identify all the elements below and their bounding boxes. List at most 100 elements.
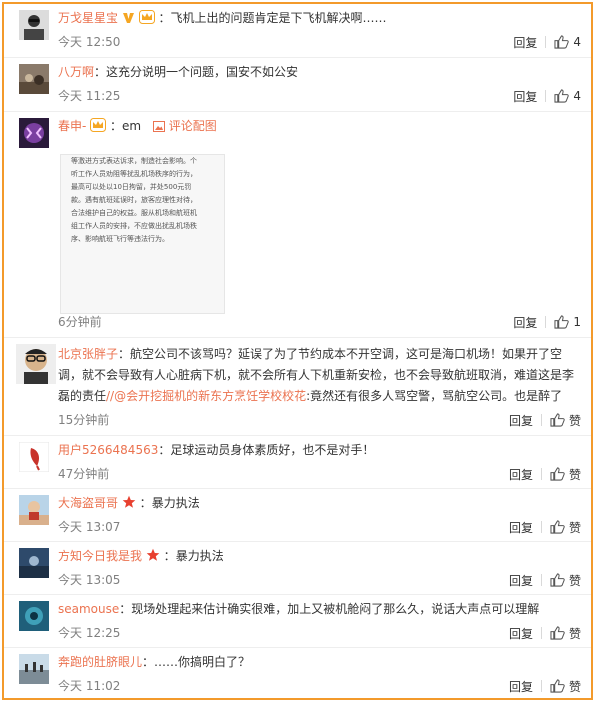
thumbs-up-icon[interactable]	[550, 467, 565, 481]
separator: ：	[110, 119, 123, 133]
comment-body: 大海盗哥哥 ：暴力执法	[58, 493, 581, 513]
comment-item: 大海盗哥哥 ：暴力执法 今天 13:07 回复 赞	[4, 489, 591, 542]
comment-body: 北京张胖子：航空公司不该骂吗？延误了为了节约成本不开空调，这可是海口机场！如果开…	[58, 344, 581, 407]
view-picture-label: 评论配图	[168, 119, 217, 133]
separator: ：	[118, 347, 131, 361]
thumbs-up-icon[interactable]	[550, 679, 565, 693]
like-count: 赞	[568, 413, 581, 428]
thumbs-up-icon[interactable]	[554, 315, 570, 329]
comment-item: 八万啊：这充分说明一个问题，国安不如公安 今天 11:25 回复 4	[4, 58, 591, 112]
timestamp: 今天 12:25	[58, 626, 121, 640]
thumbs-up-icon[interactable]	[550, 520, 565, 534]
divider	[540, 521, 542, 533]
reply-button[interactable]: 回复	[513, 88, 537, 105]
reply-button[interactable]: 回复	[509, 572, 533, 589]
thumbs-up-icon[interactable]	[550, 573, 565, 587]
thumbs-up-icon[interactable]	[550, 413, 565, 427]
comment-item: 奔跑的肚脐眼儿：……你搞明白了？ 今天 11:02 回复 赞	[4, 648, 591, 698]
username-link[interactable]: 奔跑的肚脐眼儿	[58, 655, 142, 669]
username-link[interactable]: 八万啊	[58, 65, 94, 79]
avatar[interactable]	[19, 10, 49, 40]
separator: ：	[163, 549, 176, 563]
comment-text: 暴力执法	[151, 496, 200, 510]
reply-button[interactable]: 回复	[509, 466, 533, 483]
avatar[interactable]	[19, 548, 49, 578]
comment-actions: 回复 4	[513, 34, 581, 50]
comment-actions: 回复 赞	[509, 466, 581, 482]
comment-body: 春申- ：em 评论配图	[58, 116, 581, 136]
comment-actions: 回复 赞	[509, 625, 581, 641]
reply-button[interactable]: 回复	[513, 314, 537, 331]
avatar[interactable]	[16, 344, 56, 384]
username-link[interactable]: 大海盗哥哥	[58, 496, 118, 510]
timestamp: 15分钟前	[58, 413, 110, 427]
divider	[540, 627, 542, 639]
thumbs-up-icon[interactable]	[554, 89, 570, 103]
divider	[540, 680, 542, 692]
view-picture-link[interactable]: 评论配图	[152, 119, 217, 133]
star-badge-icon	[122, 495, 136, 508]
comment-list: 万戈星星宝 ：飞机上出的问题肯定是下飞机解决啊…… 今天 12:50 回复 4 …	[2, 2, 593, 700]
divider	[545, 316, 547, 328]
comment-body: 方知今日我是我 ：暴力执法	[58, 546, 581, 566]
comment-actions: 回复 赞	[509, 519, 581, 535]
comment-text: ……你搞明白了？	[154, 655, 251, 669]
comment-item: 用户5266484563：足球运动员身体素质好，也不是对手！ 47分钟前 回复 …	[4, 436, 591, 489]
member-crown-icon	[90, 118, 107, 132]
comment-item: 方知今日我是我 ：暴力执法 今天 13:05 回复 赞	[4, 542, 591, 595]
thumbs-up-icon[interactable]	[550, 626, 565, 640]
reply-button[interactable]: 回复	[509, 412, 533, 429]
separator: ：	[158, 11, 171, 25]
divider	[545, 90, 547, 102]
like-count: 4	[573, 89, 581, 103]
like-count: 赞	[568, 520, 581, 535]
divider	[540, 468, 542, 480]
comment-text-continued: :竟然还有很多人骂空警，骂航空公司。也是醉了	[306, 389, 563, 403]
reply-button[interactable]: 回复	[513, 34, 537, 51]
comment-text: 足球运动员身体素质好，也不是对手！	[170, 443, 375, 457]
mention-link[interactable]: //@会开挖掘机的新东方烹饪学校校花	[106, 389, 306, 403]
comment-body: seamouse：现场处理起来估计确实很难，加上又被机舱闷了那么久，说话大声点可…	[58, 599, 581, 619]
comment-actions: 回复 1	[513, 314, 581, 330]
comment-text: 暴力执法	[175, 549, 224, 563]
username-link[interactable]: 方知今日我是我	[58, 549, 142, 563]
member-crown-icon	[138, 10, 155, 24]
like-count: 赞	[568, 679, 581, 694]
star-badge-icon	[146, 548, 160, 561]
comment-actions: 回复 赞	[509, 412, 581, 428]
comment-picture[interactable]: 等激进方式表达诉求，制造社会影响。个 听工作人员劝阻等扰乱机场秩序的行为， 最高…	[60, 154, 225, 314]
divider	[540, 414, 542, 426]
username-link[interactable]: 北京张胖子	[58, 347, 118, 361]
comment-item: 北京张胖子：航空公司不该骂吗？延误了为了节约成本不开空调，这可是海口机场！如果开…	[4, 338, 591, 436]
reply-button[interactable]: 回复	[509, 678, 533, 695]
avatar[interactable]	[19, 654, 49, 684]
separator: ：	[139, 496, 152, 510]
like-count: 1	[573, 315, 581, 329]
avatar[interactable]	[19, 64, 49, 94]
thumbs-up-icon[interactable]	[554, 35, 570, 49]
comment-text: em	[122, 119, 142, 133]
reply-button[interactable]: 回复	[509, 519, 533, 536]
comment-body: 八万啊：这充分说明一个问题，国安不如公安	[58, 62, 581, 82]
comment-text: 飞机上出的问题肯定是下飞机解决啊……	[170, 11, 387, 25]
picture-text: 等激进方式表达诉求，制造社会影响。个 听工作人员劝阻等扰乱机场秩序的行为， 最高…	[71, 157, 197, 243]
reply-button[interactable]: 回复	[509, 625, 533, 642]
like-count: 4	[573, 35, 581, 49]
like-count: 赞	[568, 626, 581, 641]
username-link[interactable]: 春申-	[58, 119, 86, 133]
username-link[interactable]: 万戈星星宝	[58, 11, 118, 25]
timestamp: 6分钟前	[58, 315, 102, 329]
avatar[interactable]	[19, 442, 49, 472]
vip-v-icon	[122, 13, 134, 23]
separator: ：	[94, 65, 107, 79]
username-link[interactable]: seamouse	[58, 602, 119, 616]
avatar[interactable]	[19, 601, 49, 631]
separator: ：	[142, 655, 155, 669]
username-link[interactable]: 用户5266484563	[58, 443, 158, 457]
avatar[interactable]	[19, 495, 49, 525]
like-count: 赞	[568, 467, 581, 482]
comment-body: 奔跑的肚脐眼儿：……你搞明白了？	[58, 652, 581, 672]
comment-actions: 回复 赞	[509, 572, 581, 588]
comment-actions: 回复 赞	[509, 678, 581, 694]
avatar[interactable]	[19, 118, 49, 148]
